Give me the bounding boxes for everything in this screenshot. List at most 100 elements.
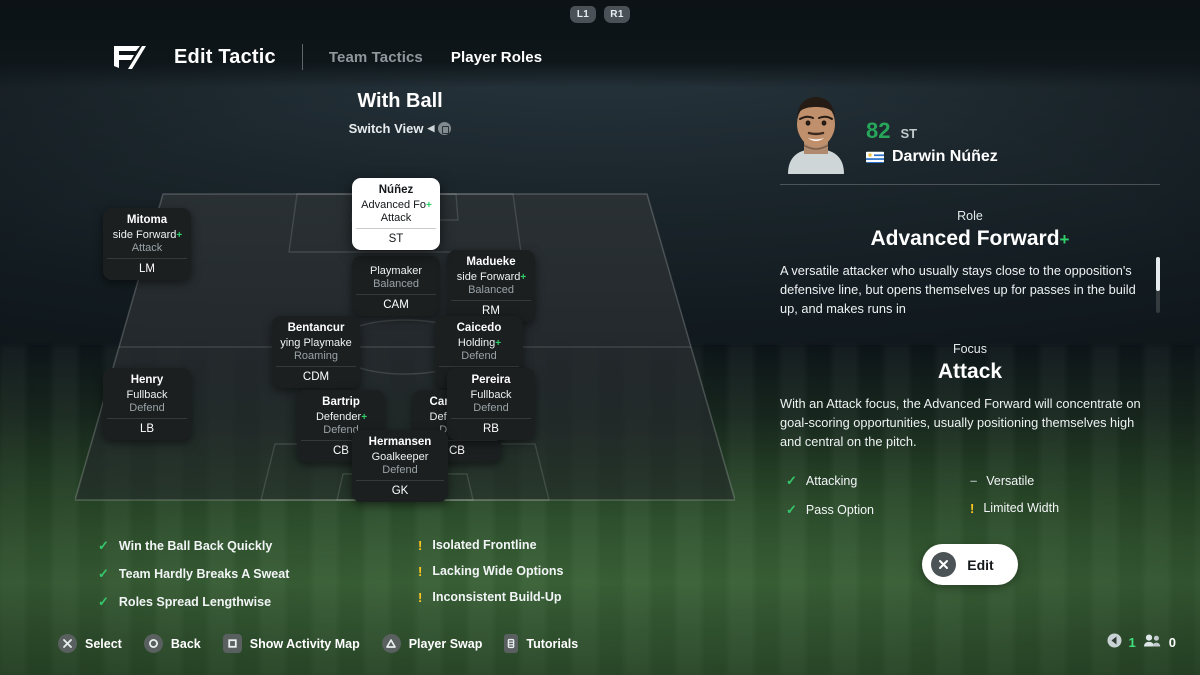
trait-label: Versatile — [986, 473, 1035, 488]
player-card-name: Caicedo — [456, 322, 502, 334]
player-card-name: Hermansen — [368, 436, 432, 448]
warning-icon: ! — [418, 537, 423, 553]
player-name: Darwin Núñez — [892, 148, 998, 165]
role-label: Role — [957, 209, 983, 223]
feedback-label: Isolated Frontline — [432, 538, 537, 552]
tactic-feedback: ✓ Win the Ball Back Quickly ✓ Team Hardly … — [98, 538, 718, 610]
shoulder-button-hints: L1 R1 — [0, 6, 1200, 23]
prompt-label: Player Swap — [408, 636, 483, 651]
edit-button[interactable]: Edit — [922, 544, 1018, 585]
feedback-item: ! Lacking Wide Options — [418, 564, 564, 578]
switch-view-label: Switch View — [348, 121, 424, 136]
prompt-player-swap[interactable]: Player Swap — [381, 634, 483, 653]
role-description-scrollbar[interactable] — [1156, 257, 1160, 313]
check-icon: ✓ — [786, 473, 797, 488]
prompt-label: Tutorials — [526, 636, 579, 651]
warning-icon: ! — [418, 563, 423, 579]
player-card-position: ST — [356, 228, 436, 245]
tactics-pitch[interactable]: Mitoma side Forward+ Attack LM Playmaker… — [75, 178, 735, 507]
player-card-focus: Defend — [129, 402, 165, 414]
prompt-show-activity-map[interactable]: Show Activity Map — [222, 634, 360, 653]
prompt-select[interactable]: Select — [58, 634, 122, 653]
feedback-label: Roles Spread Lengthwise — [118, 595, 272, 609]
player-card-name: Bentancur — [287, 322, 345, 334]
edit-button-label: Edit — [967, 556, 994, 573]
check-icon: ✓ — [98, 538, 109, 553]
player-card-name: Henry — [130, 374, 164, 386]
chevron-left-icon: ◀ — [427, 123, 435, 133]
focus-label: Focus — [952, 342, 988, 356]
l1-button-hint[interactable]: L1 — [570, 6, 596, 23]
player-card-role: Goalkeeper — [371, 451, 429, 463]
role-plus-icon: + — [1059, 230, 1070, 249]
player-card-name: Núñez — [378, 184, 414, 196]
dash-icon: – — [970, 473, 978, 488]
player-card-focus: Roaming — [293, 350, 339, 362]
r1-button-hint[interactable]: R1 — [604, 6, 630, 23]
player-card-role: Fullback — [470, 389, 512, 401]
scrollbar-thumb[interactable] — [1156, 257, 1160, 291]
trait-item: ! Limited Width — [970, 501, 1154, 515]
feedback-item: ✓ Roles Spread Lengthwise — [98, 594, 418, 610]
player-card-position: CAM — [356, 294, 436, 311]
player-meta: 82 ST Darwin Núñez — [866, 118, 998, 174]
cross-button-icon — [931, 552, 957, 577]
player-card-role: Advanced Fo+ — [361, 199, 432, 211]
online-status-icon — [1107, 633, 1122, 651]
player-card-position: LM — [107, 258, 187, 275]
focus-title: Attack — [937, 360, 1003, 383]
button-prompt-bar: Select Back Show Activity Map Player Swa… — [58, 634, 578, 653]
trait-column-left: ✓ Attacking ✓ Pass Option — [786, 473, 970, 518]
player-card-role: Defender+ — [315, 411, 367, 423]
prompt-label: Select — [85, 636, 122, 651]
ea-fc-logo-icon — [110, 42, 150, 72]
role-plus-icon: + — [425, 200, 432, 211]
role-section: Role Advanced Forward+ A versatile attac… — [780, 209, 1160, 318]
player-card-focus: Attack — [380, 212, 412, 224]
edit-button-row: Edit — [780, 544, 1160, 585]
switch-view-control[interactable]: Switch View ◀ — [0, 121, 800, 136]
player-card-nunez-selected[interactable]: Núñez Advanced Fo+ Attack ST — [352, 178, 440, 250]
trait-item: – Versatile — [970, 473, 1154, 488]
feedback-item: ! Isolated Frontline — [418, 538, 564, 552]
trait-column-right: – Versatile ! Limited Width — [970, 473, 1154, 518]
role-plus-icon: + — [361, 412, 367, 423]
player-rating: 82 — [866, 118, 891, 143]
prompt-label: Back — [170, 636, 201, 651]
role-plus-icon: + — [520, 272, 526, 283]
player-card-focus: Defend — [461, 350, 497, 362]
trait-list: ✓ Attacking ✓ Pass Option – Versatile ! Limi… — [780, 473, 1160, 518]
triangle-button-icon — [381, 634, 401, 653]
player-card-role: Holding+ — [457, 337, 501, 349]
players-icon — [1143, 633, 1162, 651]
role-title: Advanced Forward+ — [870, 227, 1070, 250]
prompt-back[interactable]: Back — [143, 634, 201, 653]
players-count: 0 — [1168, 634, 1176, 650]
player-card-madueke[interactable]: Madueke side Forward+ Balanced RM — [447, 250, 535, 322]
role-plus-icon: + — [176, 230, 182, 241]
prompt-label: Show Activity Map — [249, 636, 360, 651]
player-card-name: Mitoma — [126, 214, 168, 226]
trait-item: ✓ Attacking — [786, 473, 970, 489]
role-plus-icon: + — [495, 338, 501, 349]
page-title: Edit Tactic — [174, 45, 276, 68]
player-card-hermansen[interactable]: Hermansen Goalkeeper Defend GK — [352, 430, 448, 502]
player-card-cam[interactable]: Playmaker Balanced CAM — [352, 256, 440, 316]
role-description: A versatile attacker who usually stays c… — [780, 263, 1136, 316]
player-card-bentancur[interactable]: Bentancur ying Playmake Roaming CDM — [272, 316, 360, 388]
player-detail-panel: 82 ST Darwin Núñez Role Advanced Forward… — [760, 88, 1200, 585]
player-card-mitoma[interactable]: Mitoma side Forward+ Attack LM — [103, 208, 191, 280]
player-card-henry[interactable]: Henry Fullback Defend LB — [103, 368, 191, 440]
prompt-tutorials[interactable]: Tutorials — [504, 634, 578, 653]
tab-team-tactics[interactable]: Team Tactics — [329, 49, 423, 66]
player-card-focus: Defend — [473, 402, 509, 414]
player-portrait — [780, 88, 852, 174]
feedback-label: Win the Ball Back Quickly — [118, 539, 273, 553]
player-card-position: RM — [451, 300, 531, 317]
player-rating-row: 82 ST — [866, 118, 998, 144]
player-card-pereira[interactable]: Pereira Fullback Defend RB — [447, 368, 535, 440]
player-card-position: RB — [451, 418, 531, 435]
player-header: 82 ST Darwin Núñez — [780, 88, 1160, 174]
tab-player-roles[interactable]: Player Roles — [451, 49, 542, 66]
player-card-role: Playmaker — [370, 265, 422, 277]
